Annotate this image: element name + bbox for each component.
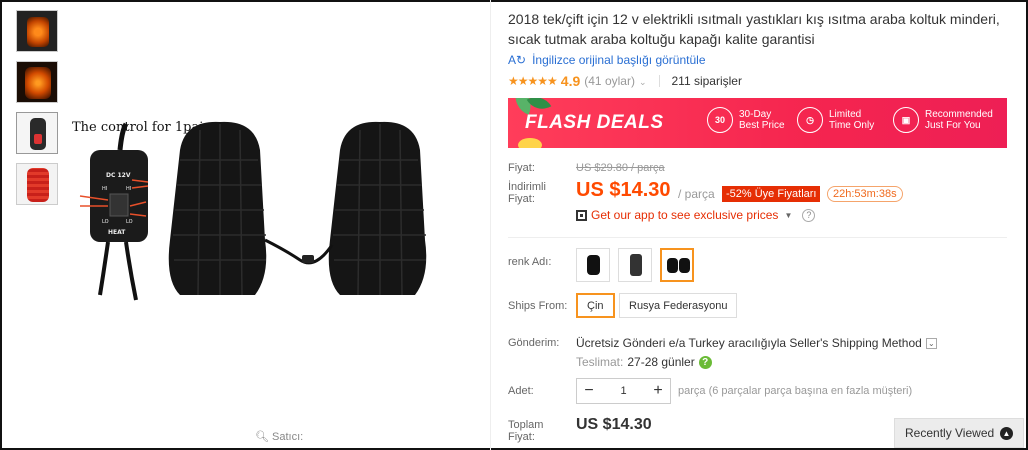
votes-label: (41 oylar): [584, 74, 635, 88]
thumbnail-2[interactable]: [16, 61, 58, 103]
orders-count: 211 siparişler: [671, 74, 742, 88]
ships-from-russia-button[interactable]: Rusya Federasyonu: [619, 293, 738, 318]
ships-from-china-button[interactable]: Çin: [576, 293, 615, 318]
delivery-estimate-label: Teslimat:: [576, 355, 624, 369]
app-promo-label: Get our app to see exclusive prices: [591, 208, 779, 222]
thumbnail-4[interactable]: [16, 163, 58, 205]
flash-deals-title: FLASH DEALS: [525, 112, 664, 133]
price-label: Fiyat:: [508, 162, 535, 174]
color-swatch-pair-black[interactable]: [660, 248, 694, 282]
delivery-estimate: Teslimat: 27-28 günler ?: [576, 355, 712, 369]
controller-image: DC 12V HI HI LO LO HEAT: [79, 122, 149, 301]
increment-button[interactable]: +: [646, 382, 670, 400]
thumbnail-1[interactable]: [16, 10, 58, 52]
app-promo-link[interactable]: Get our app to see exclusive prices ▼ ?: [576, 208, 816, 222]
translate-icon: A↻: [508, 53, 527, 67]
seller-link[interactable]: 🔍︎ Satıcı:: [255, 430, 303, 443]
translate-link[interactable]: A↻ İngilizce orijinal başlığı görüntüle: [508, 53, 706, 67]
per-unit-label: / parça: [678, 187, 715, 201]
decrement-button[interactable]: −: [577, 382, 601, 400]
recently-viewed-label: Recently Viewed: [905, 426, 995, 440]
clock-icon: ◷: [797, 107, 823, 133]
delivery-days: 27-28 günler: [627, 355, 695, 369]
chevron-up-icon: ▲: [1000, 427, 1013, 440]
seat-cushion-right: [328, 121, 427, 296]
dropdown-icon[interactable]: ⌄: [925, 338, 937, 350]
caret-down-icon: ▼: [784, 210, 793, 220]
product-main-image[interactable]: DC 12V HI HI LO LO HEAT: [70, 110, 470, 310]
delivery-label: Gönderim:: [508, 337, 560, 349]
leaf-decoration: [518, 138, 542, 148]
discount-badge: -52% Üye Fiyatları: [722, 186, 821, 202]
quantity-note: parça (6 parçalar parça başına en fazla …: [678, 385, 913, 397]
rating-score: 4.9: [560, 73, 581, 89]
flash-feature-label: Recommended Just For You: [925, 109, 993, 131]
recently-viewed-button[interactable]: Recently Viewed ▲: [894, 418, 1024, 448]
discount-price-label: İndirimli Fiyat:: [508, 181, 546, 205]
quantity-label: Adet:: [508, 385, 534, 397]
star-rating-icon: ★★★★★: [508, 74, 558, 88]
divider: [658, 75, 660, 87]
gift-icon: ▣: [893, 107, 919, 133]
controller-label-lo-1: LO: [102, 219, 109, 225]
color-label: renk Adı:: [508, 256, 552, 268]
original-price: US $29.80 / parça: [576, 162, 665, 174]
question-icon[interactable]: ?: [698, 355, 712, 369]
controller-label-lo-2: LO: [126, 219, 133, 225]
quantity-input[interactable]: 1: [601, 385, 646, 397]
discount-price: US $14.30: [576, 179, 671, 201]
shipping-method-text: Ücretsiz Gönderi e/a Turkey aracılığıyla…: [576, 336, 922, 350]
chevron-down-icon: ⌄: [638, 77, 647, 87]
flash-feature-label: Limited Time Only: [829, 109, 875, 131]
controller-label-heat: HEAT: [108, 229, 126, 236]
product-title: 2018 tek/çift için 12 v elektrikli ısıtm…: [508, 11, 1000, 47]
ships-from-label: Ships From:: [508, 300, 568, 312]
calendar-30-icon: 30: [707, 107, 733, 133]
quantity-stepper: − 1 +: [576, 378, 671, 404]
color-swatch-seat-black[interactable]: [576, 248, 610, 282]
product-detail-pane: 2018 tek/çift için 12 v elektrikli ısıtm…: [490, 0, 1026, 450]
flash-deals-banner[interactable]: FLASH DEALS 30 30-Day Best Price ◷ Limit…: [508, 98, 1007, 148]
controller-label-hi-2: HI: [126, 186, 131, 192]
help-icon[interactable]: ?: [802, 208, 816, 222]
seller-label: Satıcı:: [272, 431, 304, 443]
controller-label-hi-1: HI: [102, 186, 107, 192]
countdown-timer: 22h:53m:38s: [827, 186, 903, 202]
thumbnail-3[interactable]: [16, 112, 58, 154]
shipping-method[interactable]: Ücretsiz Gönderi e/a Turkey aracılığıyla…: [576, 336, 937, 350]
votes-dropdown[interactable]: (41 oylar) ⌄: [584, 74, 646, 88]
flash-feature-recommended: ▣ Recommended Just For You: [893, 107, 993, 133]
color-swatch-seat-grey[interactable]: [618, 248, 652, 282]
section-divider: [508, 237, 1007, 238]
total-price-label: Toplam Fiyat:: [508, 419, 544, 443]
flash-feature-best-price: 30 30-Day Best Price: [707, 107, 785, 133]
seat-cushion-left: [168, 121, 267, 296]
total-price: US $14.30: [576, 416, 652, 433]
flash-feature-limited-time: ◷ Limited Time Only: [797, 107, 874, 133]
thumbnail-list: [16, 10, 58, 214]
translate-link-label: İngilizce orijinal başlığı görüntüle: [532, 53, 706, 67]
rating-row: ★★★★★ 4.9 (41 oylar) ⌄ 211 siparişler: [508, 73, 742, 89]
qr-code-icon: [576, 209, 587, 221]
flash-feature-label: 30-Day Best Price: [739, 109, 785, 131]
controller-label-dc: DC 12V: [106, 172, 131, 179]
